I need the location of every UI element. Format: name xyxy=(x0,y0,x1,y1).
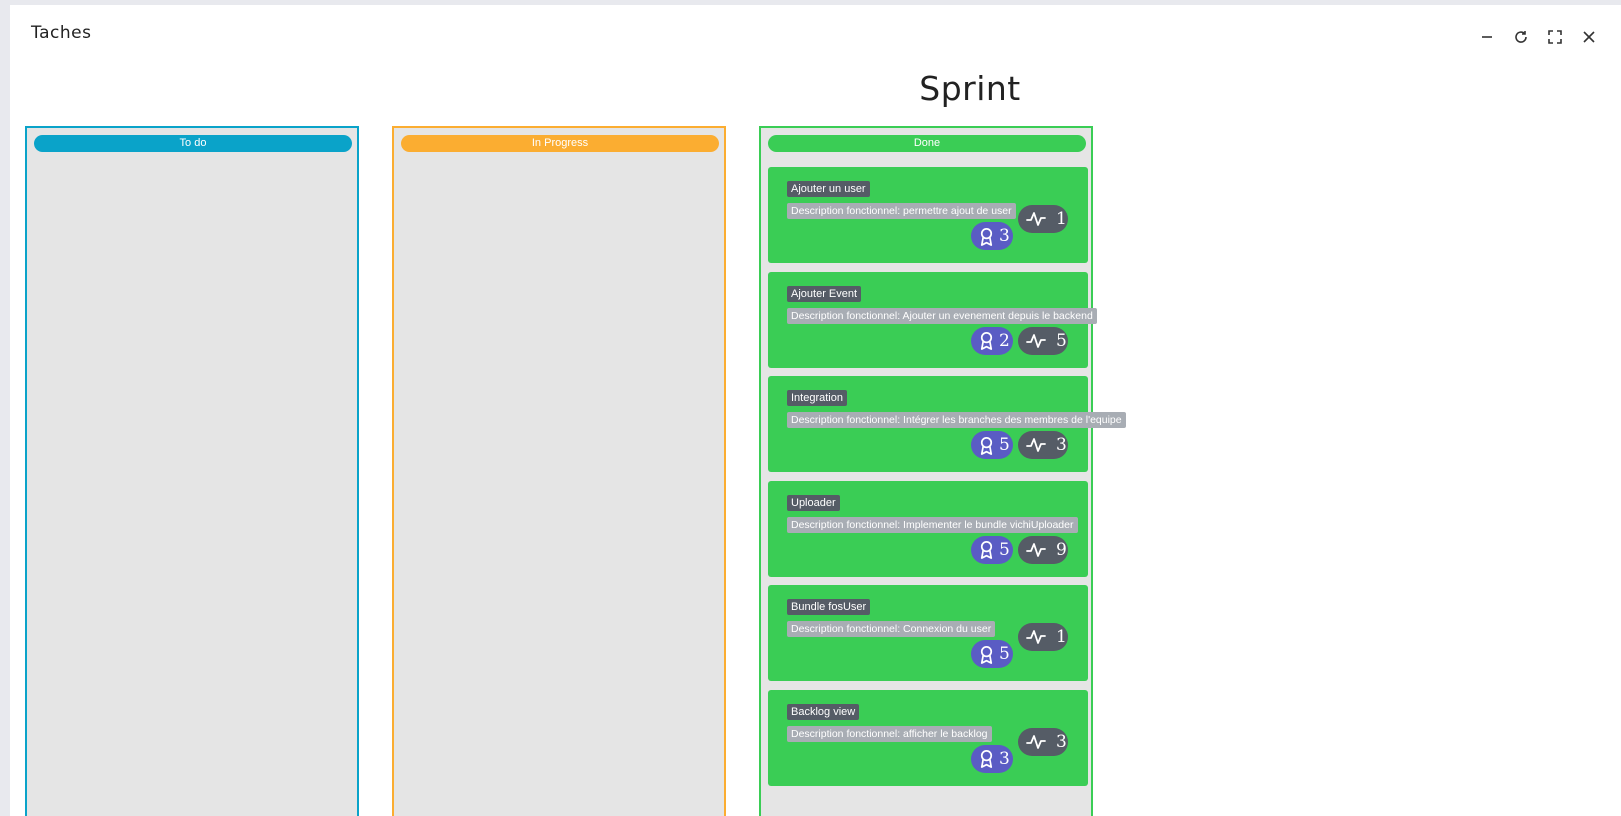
award-icon xyxy=(980,436,993,455)
story-points-badge: 2 xyxy=(971,326,1013,355)
effort-value: 5 xyxy=(1056,330,1067,351)
activity-icon xyxy=(1026,542,1046,557)
story-points-badge: 3 xyxy=(971,222,1013,250)
task-title: Ajouter Event xyxy=(787,285,862,302)
window-controls xyxy=(1477,27,1599,47)
task-description: Description fonctionnel: Intégrer les br… xyxy=(787,412,1126,428)
task-title: Uploader xyxy=(787,494,840,511)
effort-badge: 3 xyxy=(1018,431,1068,459)
story-points-value: 2 xyxy=(999,330,1010,351)
close-button[interactable] xyxy=(1579,27,1599,47)
activity-icon xyxy=(1026,333,1046,348)
window-title: Taches xyxy=(31,23,92,43)
fullscreen-icon xyxy=(1548,30,1562,44)
story-points-badge: 5 xyxy=(971,535,1013,564)
task-description: Description fonctionnel: Implementer le … xyxy=(787,516,1078,533)
fullscreen-button[interactable] xyxy=(1545,27,1565,47)
column-header-todo: To do xyxy=(34,135,352,152)
effort-value: 3 xyxy=(1056,731,1067,752)
column-header-in-progress: In Progress xyxy=(401,135,719,152)
minimize-icon xyxy=(1482,36,1492,38)
story-points-value: 3 xyxy=(999,226,1010,246)
story-points-value: 5 xyxy=(999,435,1010,455)
task-description: Description fonctionnel: Connexion du us… xyxy=(787,621,996,637)
task-description: Description fonctionnel: permettre ajout… xyxy=(787,203,1016,219)
award-icon xyxy=(980,332,993,350)
refresh-icon xyxy=(1515,31,1527,43)
task-card[interactable]: Ajouter un user Description fonctionnel: … xyxy=(768,167,1088,263)
effort-badge: 1 xyxy=(1018,205,1068,233)
minimize-button[interactable] xyxy=(1477,27,1497,47)
story-points-badge: 3 xyxy=(971,744,1013,773)
story-points-badge: 5 xyxy=(971,431,1013,459)
board-title: Sprint xyxy=(919,69,1021,108)
close-icon xyxy=(1583,31,1595,43)
task-title: Integration xyxy=(787,390,847,406)
story-points-value: 3 xyxy=(999,748,1010,769)
effort-value: 9 xyxy=(1056,539,1067,560)
task-title: Backlog view xyxy=(787,703,860,720)
story-points-value: 5 xyxy=(999,644,1010,664)
taches-window: Taches Sprint To do In Progress Done Ajo… xyxy=(10,5,1621,816)
column-in-progress: In Progress xyxy=(392,126,726,816)
effort-badge: 3 xyxy=(1018,727,1068,756)
activity-icon xyxy=(1026,630,1046,644)
activity-icon xyxy=(1026,734,1046,749)
story-points-value: 5 xyxy=(999,539,1010,560)
refresh-button[interactable] xyxy=(1511,27,1531,47)
award-icon xyxy=(980,750,993,768)
task-description: Description fonctionnel: afficher le bac… xyxy=(787,725,992,742)
award-icon xyxy=(980,227,993,246)
task-card[interactable]: Backlog view Description fonctionnel: aff… xyxy=(768,689,1088,786)
task-card[interactable]: Bundle fosUser Description fonctionnel: C… xyxy=(768,585,1088,681)
task-card[interactable]: Uploader Description fonctionnel: Impleme… xyxy=(768,480,1088,577)
column-header-done: Done xyxy=(768,135,1086,152)
award-icon xyxy=(980,645,993,664)
activity-icon xyxy=(1026,212,1046,226)
task-title: Bundle fosUser xyxy=(787,599,871,615)
effort-badge: 1 xyxy=(1018,623,1068,651)
column-todo: To do xyxy=(25,126,359,816)
effort-badge: 5 xyxy=(1018,326,1068,355)
effort-badge: 9 xyxy=(1018,535,1068,564)
activity-icon xyxy=(1026,438,1046,452)
effort-value: 1 xyxy=(1056,627,1067,647)
effort-value: 1 xyxy=(1056,209,1067,229)
done-card-list: Ajouter un user Description fonctionnel: … xyxy=(768,167,1126,794)
task-title: Ajouter un user xyxy=(787,181,870,197)
story-points-badge: 5 xyxy=(971,640,1013,668)
task-card[interactable]: Ajouter Event Description fonctionnel: Aj… xyxy=(768,271,1097,368)
column-done: Done Ajouter un user Description fonction… xyxy=(759,126,1126,816)
task-description: Description fonctionnel: Ajouter un even… xyxy=(787,307,1097,324)
award-icon xyxy=(980,541,993,559)
task-card[interactable]: Integration Description fonctionnel: Inté… xyxy=(768,376,1126,472)
effort-value: 3 xyxy=(1056,435,1067,455)
